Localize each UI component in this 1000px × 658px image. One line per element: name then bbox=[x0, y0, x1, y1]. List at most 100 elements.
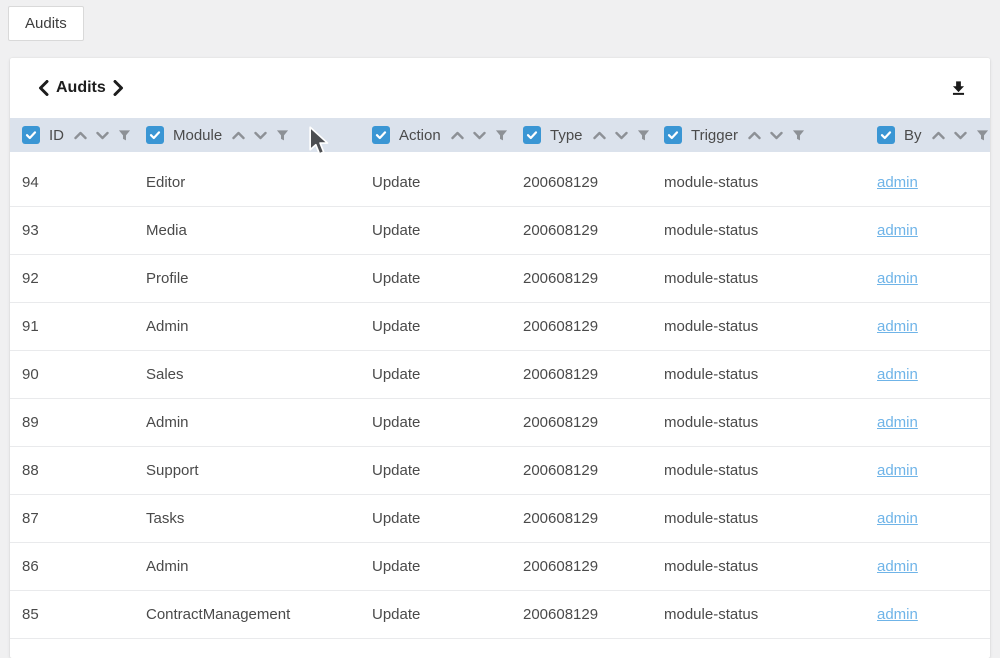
cell-type: 200608129 bbox=[523, 462, 664, 479]
column-header-type: Type bbox=[523, 126, 664, 144]
filter-icon[interactable] bbox=[276, 129, 289, 142]
cell-type: 200608129 bbox=[523, 510, 664, 527]
sort-asc-icon[interactable] bbox=[232, 131, 245, 140]
cell-by: admin bbox=[877, 462, 978, 479]
user-link[interactable]: admin bbox=[877, 558, 918, 575]
filter-icon[interactable] bbox=[976, 129, 989, 142]
cell-module: Admin bbox=[146, 318, 372, 335]
table-row: 89AdminUpdate200608129module-statusadmin bbox=[10, 399, 990, 447]
table-row: 91AdminUpdate200608129module-statusadmin bbox=[10, 303, 990, 351]
column-header-module: Module bbox=[146, 126, 372, 144]
column-checkbox[interactable] bbox=[146, 126, 164, 144]
cell-id: 85 bbox=[22, 606, 146, 623]
table-row: 87TasksUpdate200608129module-statusadmin bbox=[10, 495, 990, 543]
download-icon[interactable] bbox=[947, 77, 970, 100]
column-checkbox[interactable] bbox=[523, 126, 541, 144]
cell-by: admin bbox=[877, 222, 978, 239]
table-row: 88SupportUpdate200608129module-statusadm… bbox=[10, 447, 990, 495]
sort-asc-icon[interactable] bbox=[451, 131, 464, 140]
table-body: 94EditorUpdate200608129module-statusadmi… bbox=[10, 152, 990, 639]
sort-desc-icon[interactable] bbox=[473, 131, 486, 140]
cell-module: Admin bbox=[146, 558, 372, 575]
tab-audits[interactable]: Audits bbox=[8, 6, 84, 41]
filter-icon[interactable] bbox=[637, 129, 650, 142]
cell-trigger: module-status bbox=[664, 270, 877, 287]
cell-action: Update bbox=[372, 510, 523, 527]
cell-by: admin bbox=[877, 606, 978, 623]
sort-desc-icon[interactable] bbox=[770, 131, 783, 140]
cell-module: Media bbox=[146, 222, 372, 239]
column-checkbox[interactable] bbox=[664, 126, 682, 144]
table-row: 92ProfileUpdate200608129module-statusadm… bbox=[10, 255, 990, 303]
cell-action: Update bbox=[372, 318, 523, 335]
cell-id: 89 bbox=[22, 414, 146, 431]
column-header-action: Action bbox=[372, 126, 523, 144]
sort-asc-icon[interactable] bbox=[748, 131, 761, 140]
cell-id: 86 bbox=[22, 558, 146, 575]
cell-action: Update bbox=[372, 222, 523, 239]
column-checkbox[interactable] bbox=[877, 126, 895, 144]
cell-module: ContractManagement bbox=[146, 606, 372, 623]
cell-trigger: module-status bbox=[664, 558, 877, 575]
cell-trigger: module-status bbox=[664, 462, 877, 479]
column-label: Trigger bbox=[691, 127, 738, 144]
cell-action: Update bbox=[372, 462, 523, 479]
sort-asc-icon[interactable] bbox=[593, 131, 606, 140]
cell-module: Admin bbox=[146, 414, 372, 431]
user-link[interactable]: admin bbox=[877, 318, 918, 335]
column-checkbox[interactable] bbox=[372, 126, 390, 144]
cell-module: Editor bbox=[146, 174, 372, 191]
column-header-trigger: Trigger bbox=[664, 126, 877, 144]
cell-id: 92 bbox=[22, 270, 146, 287]
cell-by: admin bbox=[877, 270, 978, 287]
column-label: ID bbox=[49, 127, 64, 144]
cell-by: admin bbox=[877, 510, 978, 527]
cell-trigger: module-status bbox=[664, 414, 877, 431]
table-row: 90SalesUpdate200608129module-statusadmin bbox=[10, 351, 990, 399]
column-label: Module bbox=[173, 127, 222, 144]
column-header-id: ID bbox=[22, 126, 146, 144]
column-label: Action bbox=[399, 127, 441, 144]
cell-action: Update bbox=[372, 270, 523, 287]
sort-asc-icon[interactable] bbox=[74, 131, 87, 140]
cell-type: 200608129 bbox=[523, 606, 664, 623]
user-link[interactable]: admin bbox=[877, 174, 918, 191]
user-link[interactable]: admin bbox=[877, 366, 918, 383]
cell-id: 88 bbox=[22, 462, 146, 479]
sort-desc-icon[interactable] bbox=[954, 131, 967, 140]
cell-action: Update bbox=[372, 606, 523, 623]
column-label: By bbox=[904, 127, 922, 144]
cell-type: 200608129 bbox=[523, 414, 664, 431]
cell-action: Update bbox=[372, 174, 523, 191]
cell-by: admin bbox=[877, 558, 978, 575]
cell-id: 90 bbox=[22, 366, 146, 383]
user-link[interactable]: admin bbox=[877, 606, 918, 623]
sort-desc-icon[interactable] bbox=[615, 131, 628, 140]
chevron-left-icon[interactable] bbox=[38, 80, 49, 96]
user-link[interactable]: admin bbox=[877, 222, 918, 239]
user-link[interactable]: admin bbox=[877, 462, 918, 479]
column-header-by: By bbox=[877, 126, 989, 144]
cell-module: Tasks bbox=[146, 510, 372, 527]
cell-by: admin bbox=[877, 174, 978, 191]
user-link[interactable]: admin bbox=[877, 270, 918, 287]
user-link[interactable]: admin bbox=[877, 510, 918, 527]
sort-desc-icon[interactable] bbox=[254, 131, 267, 140]
chevron-right-icon[interactable] bbox=[113, 80, 124, 96]
sort-asc-icon[interactable] bbox=[932, 131, 945, 140]
sort-desc-icon[interactable] bbox=[96, 131, 109, 140]
table-row: 93MediaUpdate200608129module-statusadmin bbox=[10, 207, 990, 255]
filter-icon[interactable] bbox=[118, 129, 131, 142]
cell-module: Support bbox=[146, 462, 372, 479]
audits-card: Audits ID Module bbox=[10, 58, 990, 658]
cell-module: Sales bbox=[146, 366, 372, 383]
card-header: Audits bbox=[10, 58, 990, 118]
cell-trigger: module-status bbox=[664, 510, 877, 527]
column-checkbox[interactable] bbox=[22, 126, 40, 144]
filter-icon[interactable] bbox=[792, 129, 805, 142]
user-link[interactable]: admin bbox=[877, 414, 918, 431]
table-row: 86AdminUpdate200608129module-statusadmin bbox=[10, 543, 990, 591]
cell-type: 200608129 bbox=[523, 318, 664, 335]
cell-trigger: module-status bbox=[664, 174, 877, 191]
filter-icon[interactable] bbox=[495, 129, 508, 142]
